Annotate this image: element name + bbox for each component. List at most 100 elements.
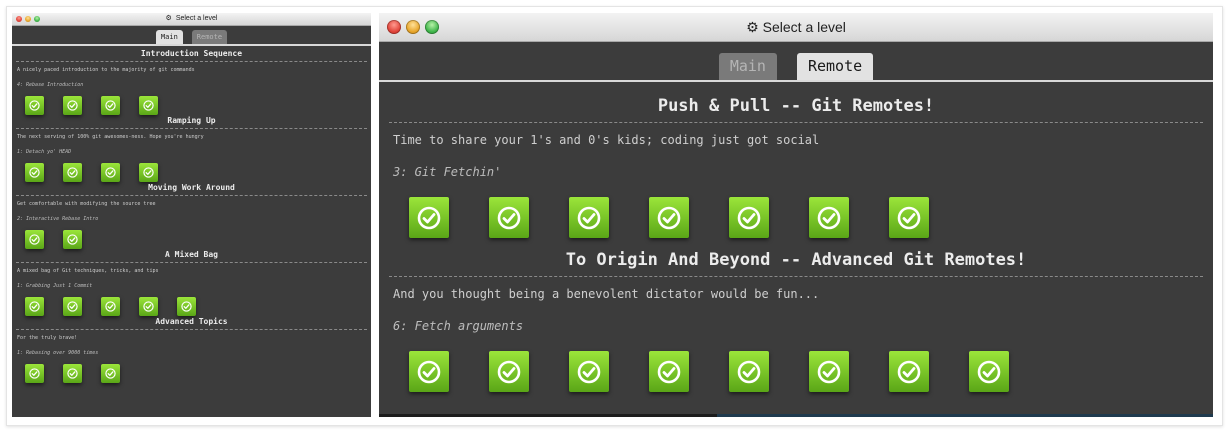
level-button[interactable] [729, 197, 769, 238]
level-button[interactable] [139, 297, 158, 316]
window-controls [387, 20, 439, 34]
level-button[interactable] [101, 96, 120, 115]
section-current-level: 1: Rebasing over 9000 times [17, 350, 99, 356]
section-title: To Origin And Beyond -- Advanced Git Rem… [389, 250, 1203, 277]
section-current-level: 1: Grabbing Just 1 Commit [17, 283, 93, 289]
level-button[interactable] [889, 351, 929, 392]
level-button[interactable] [63, 364, 82, 383]
section-current-level: 4: Rebase Introduction [17, 82, 84, 88]
checkmark-icon [737, 206, 761, 229]
level-button[interactable] [63, 297, 82, 316]
level-button[interactable] [889, 197, 929, 238]
checkmark-icon [105, 368, 116, 379]
level-button[interactable] [489, 351, 529, 392]
section-current-level: 3: Git Fetchin' [393, 165, 502, 179]
level-button[interactable] [809, 197, 849, 238]
level-buttons [25, 96, 367, 115]
section-title: A Mixed Bag [16, 250, 367, 263]
checkmark-icon [497, 360, 521, 383]
checkmark-icon [577, 360, 601, 383]
section-title: Push & Pull -- Git Remotes! [389, 96, 1203, 123]
level-button[interactable] [25, 163, 44, 182]
section-title: Moving Work Around [16, 183, 367, 196]
level-button[interactable] [25, 297, 44, 316]
section-to-origin-and-beyond: To Origin And Beyond -- Advanced Git Rem… [389, 250, 1203, 392]
level-button[interactable] [101, 364, 120, 383]
gear-icon: ⚙ [165, 15, 172, 22]
level-button[interactable] [409, 197, 449, 238]
level-button[interactable] [729, 351, 769, 392]
checkmark-icon [897, 360, 921, 383]
level-buttons [25, 163, 367, 182]
level-button[interactable] [649, 197, 689, 238]
checkmark-icon [105, 301, 116, 312]
checkmark-icon [657, 360, 681, 383]
level-buttons [25, 230, 367, 249]
checkmark-icon [29, 301, 40, 312]
level-select-window-main: ⚙ Select a level Main Remote Introduction… [12, 13, 371, 417]
level-button[interactable] [63, 163, 82, 182]
checkmark-icon [29, 167, 40, 178]
level-button[interactable] [139, 96, 158, 115]
level-button[interactable] [25, 230, 44, 249]
section-description: Time to share your 1's and 0's kids; cod… [393, 133, 820, 147]
gear-icon: ⚙ [746, 19, 759, 35]
checkmark-icon [29, 234, 40, 245]
level-button[interactable] [969, 351, 1009, 392]
level-button[interactable] [809, 351, 849, 392]
level-button[interactable] [569, 197, 609, 238]
tab-main[interactable]: Main [718, 53, 777, 80]
minimize-button[interactable] [406, 20, 420, 34]
level-button[interactable] [489, 197, 529, 238]
window-titlebar: ⚙ Select a level [379, 13, 1213, 42]
level-button[interactable] [569, 351, 609, 392]
level-button[interactable] [25, 364, 44, 383]
checkmark-icon [67, 301, 78, 312]
checkmark-icon [817, 206, 841, 229]
tab-remote[interactable]: Remote [191, 30, 228, 44]
zoom-button[interactable] [34, 16, 40, 22]
level-button[interactable] [63, 96, 82, 115]
level-sections: Introduction Sequence A nicely paced int… [12, 46, 371, 383]
section-moving-work-around: Moving Work Around Get comfortable with … [16, 183, 367, 249]
tab-bar: Main Remote [379, 42, 1213, 82]
tab-remote[interactable]: Remote [796, 53, 874, 80]
zoom-button[interactable] [425, 20, 439, 34]
scrollbar-thumb[interactable] [717, 414, 1213, 417]
minimize-button[interactable] [25, 16, 31, 22]
tab-main[interactable]: Main [155, 30, 183, 44]
tab-bar: Main Remote [12, 26, 371, 46]
level-button[interactable] [139, 163, 158, 182]
checkmark-icon [29, 100, 40, 111]
section-description: A mixed bag of Git techniques, tricks, a… [17, 268, 159, 274]
level-button[interactable] [63, 230, 82, 249]
section-advanced-topics: Advanced Topics For the truly brave! 1: … [16, 317, 367, 383]
checkmark-icon [67, 100, 78, 111]
window-controls [16, 16, 40, 22]
section-push-pull: Push & Pull -- Git Remotes! Time to shar… [389, 96, 1203, 238]
close-button[interactable] [16, 16, 22, 22]
level-button[interactable] [101, 163, 120, 182]
checkmark-icon [817, 360, 841, 383]
level-button[interactable] [409, 351, 449, 392]
level-button[interactable] [25, 96, 44, 115]
section-description: A nicely paced introduction to the major… [17, 67, 195, 73]
checkmark-icon [977, 360, 1001, 383]
scrollbar[interactable] [379, 414, 1213, 417]
section-description: Get comfortable with modifying the sourc… [17, 201, 156, 207]
section-description: The next serving of 100% git awesomes-ne… [17, 134, 204, 140]
checkmark-icon [897, 206, 921, 229]
level-button[interactable] [649, 351, 689, 392]
close-button[interactable] [387, 20, 401, 34]
checkmark-icon [67, 167, 78, 178]
section-current-level: 6: Fetch arguments [393, 319, 524, 333]
checkmark-icon [417, 360, 441, 383]
window-title: Select a level [762, 19, 846, 35]
checkmark-icon [577, 206, 601, 229]
section-description: And you thought being a benevolent dicta… [393, 287, 820, 301]
level-button[interactable] [101, 297, 120, 316]
checkmark-icon [143, 301, 154, 312]
checkmark-icon [105, 167, 116, 178]
checkmark-icon [657, 206, 681, 229]
level-button[interactable] [177, 297, 196, 316]
